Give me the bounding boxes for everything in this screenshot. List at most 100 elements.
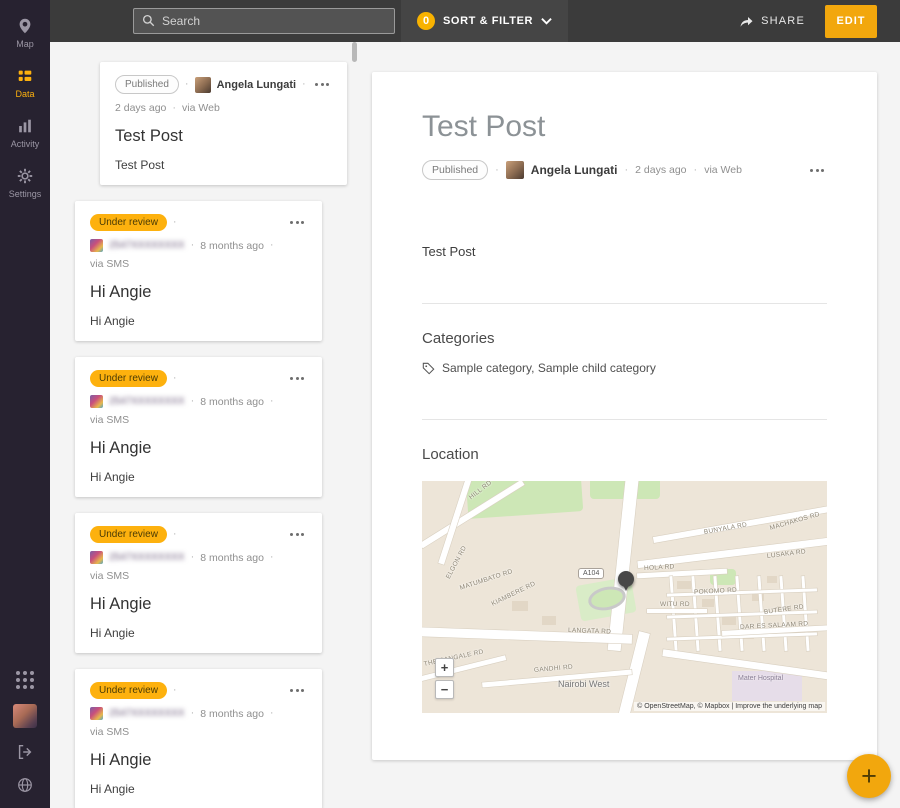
sidebar-item-label: Settings <box>9 189 42 199</box>
share-button[interactable]: SHARE <box>739 15 805 28</box>
post-via: via SMS <box>90 570 307 582</box>
post-title[interactable]: Hi Angie <box>90 595 307 614</box>
separator: · <box>191 396 195 407</box>
apps-grid-icon[interactable] <box>16 671 34 689</box>
more-options-icon[interactable] <box>287 218 307 227</box>
list-scrollbar[interactable] <box>352 42 357 62</box>
more-options-icon[interactable] <box>287 530 307 539</box>
detail-body: Test Post <box>422 244 827 259</box>
author-avatar <box>506 161 524 179</box>
separator: · <box>191 240 195 251</box>
sidebar-item-label: Data <box>15 89 34 99</box>
post-time: 2 days ago <box>115 102 166 114</box>
post-body: Hi Angie <box>90 782 307 796</box>
edit-button[interactable]: EDIT <box>825 5 877 38</box>
more-options-icon[interactable] <box>312 80 332 89</box>
separator: · <box>270 552 274 563</box>
sort-filter-label: SORT & FILTER <box>443 15 533 27</box>
detail-title: Test Post <box>422 110 827 144</box>
zoom-out-button[interactable]: − <box>435 680 454 699</box>
chevron-down-icon <box>541 17 552 25</box>
categories-value[interactable]: Sample category, Sample child category <box>442 361 656 375</box>
more-options-icon[interactable] <box>807 166 827 175</box>
author-avatar <box>90 395 103 408</box>
post-card-selected[interactable]: Published · Angela Lungati · 2 days ago … <box>100 62 347 185</box>
search-icon <box>141 13 156 28</box>
status-badge: Under review <box>90 370 167 387</box>
post-card[interactable]: Under review · 2547XXXXXXXX · 8 months a… <box>75 513 322 653</box>
sidebar-bottom <box>13 671 37 800</box>
sidebar-item-map[interactable]: Map <box>0 8 50 58</box>
map-marker[interactable] <box>618 571 634 587</box>
separator: · <box>302 79 306 90</box>
sidebar-item-data[interactable]: Data <box>0 58 50 108</box>
tag-icon <box>422 362 435 375</box>
post-title[interactable]: Hi Angie <box>90 439 307 458</box>
add-post-button[interactable]: + <box>847 754 891 798</box>
sidebar-item-label: Map <box>16 39 34 49</box>
detail-meta: Published · Angela Lungati · 2 days ago … <box>422 160 827 180</box>
status-badge: Under review <box>90 682 167 699</box>
map-place-label: Mater Hospital <box>738 675 783 682</box>
zoom-controls: + − <box>435 658 454 699</box>
sidebar-item-settings[interactable]: Settings <box>0 158 50 208</box>
highway-badge: A104 <box>578 568 604 579</box>
post-via: via Web <box>182 102 220 114</box>
main-content: Published · Angela Lungati · 2 days ago … <box>50 42 900 808</box>
author-avatar <box>90 551 103 564</box>
post-title[interactable]: Test Post <box>115 127 332 146</box>
post-time: 8 months ago <box>200 240 264 252</box>
separator: · <box>270 396 274 407</box>
detail-card: Test Post Published · Angela Lungati · 2… <box>372 72 877 760</box>
zoom-in-button[interactable]: + <box>435 658 454 677</box>
separator: · <box>694 165 698 176</box>
map-road-label: LANGATA RD <box>568 627 611 636</box>
post-card[interactable]: Under review · 2547XXXXXXXX · 8 months a… <box>75 357 322 497</box>
post-detail: Test Post Published · Angela Lungati · 2… <box>360 42 900 808</box>
post-time: 8 months ago <box>200 708 264 720</box>
post-title[interactable]: Hi Angie <box>90 751 307 770</box>
sort-filter-button[interactable]: 0 SORT & FILTER <box>401 0 568 42</box>
post-card[interactable]: Under review · 2547XXXXXXXX · 8 months a… <box>75 669 322 808</box>
separator: · <box>270 240 274 251</box>
map-pin-icon <box>16 17 34 35</box>
author-avatar <box>90 239 103 252</box>
sidebar-item-activity[interactable]: Activity <box>0 108 50 158</box>
separator: · <box>624 165 628 176</box>
detail-time: 2 days ago <box>635 164 686 176</box>
searchbox <box>133 8 395 34</box>
filter-count-badge: 0 <box>417 12 435 30</box>
status-badge: Under review <box>90 526 167 543</box>
map-attribution[interactable]: © OpenStreetMap, © Mapbox | Improve the … <box>634 702 825 711</box>
map-road <box>482 669 632 687</box>
globe-icon[interactable] <box>16 776 34 794</box>
divider <box>422 419 827 420</box>
location-map[interactable]: HILL RD BUNYALA RD MACHAKOS RD LUSAKA RD… <box>422 481 827 713</box>
search-input[interactable] <box>133 8 395 34</box>
post-card[interactable]: Under review · 2547XXXXXXXX · 8 months a… <box>75 201 322 341</box>
logout-icon[interactable] <box>16 743 34 761</box>
share-label: SHARE <box>761 15 805 27</box>
detail-via: via Web <box>704 164 742 176</box>
map-road <box>647 609 707 613</box>
post-list: Published · Angela Lungati · 2 days ago … <box>50 42 360 808</box>
activity-chart-icon <box>16 117 34 135</box>
topbar: 0 SORT & FILTER SHARE EDIT <box>50 0 900 42</box>
post-body: Test Post <box>115 158 332 172</box>
author-redacted: 2547XXXXXXXX <box>109 240 185 251</box>
share-icon <box>739 15 754 28</box>
data-list-icon <box>16 67 34 85</box>
map-building <box>542 616 556 625</box>
more-options-icon[interactable] <box>287 374 307 383</box>
map-road-label: MATUMBATO RD <box>459 568 514 592</box>
post-author: Angela Lungati <box>217 79 296 91</box>
separator: · <box>173 217 177 228</box>
more-options-icon[interactable] <box>287 686 307 695</box>
map-road <box>667 588 817 596</box>
map-building <box>512 601 528 611</box>
detail-author: Angela Lungati <box>531 163 618 177</box>
separator: · <box>173 373 177 384</box>
post-title[interactable]: Hi Angie <box>90 283 307 302</box>
user-avatar[interactable] <box>13 704 37 728</box>
status-badge: Under review <box>90 214 167 231</box>
